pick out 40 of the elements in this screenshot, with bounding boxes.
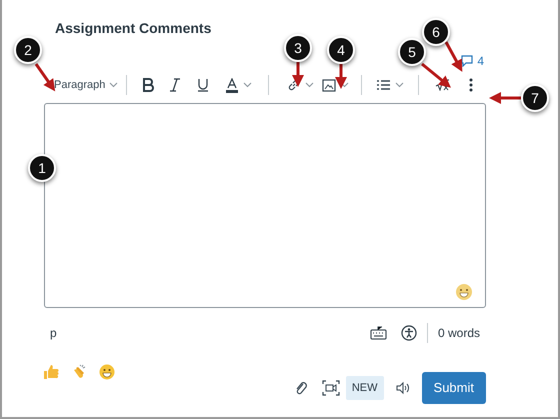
- thumbs-up-icon[interactable]: [43, 364, 59, 380]
- image-icon[interactable]: [322, 78, 336, 92]
- word-count: 0 words: [438, 325, 480, 342]
- list-icon[interactable]: [376, 79, 392, 91]
- smiley-icon[interactable]: [455, 283, 473, 301]
- callout-badge: 6: [422, 18, 450, 46]
- chevron-icon: [305, 82, 314, 88]
- block-format-dropdown[interactable]: Paragraph: [54, 76, 118, 94]
- underline-icon[interactable]: [197, 78, 210, 92]
- video-camera-icon[interactable]: [322, 380, 340, 396]
- paperclip-icon[interactable]: [294, 380, 308, 396]
- callout-badge: 3: [284, 34, 312, 62]
- chevron-icon: [395, 82, 404, 88]
- section-title: Assignment Comments: [55, 19, 212, 38]
- new-badge: NEW: [346, 376, 384, 400]
- chevron-icon: [243, 82, 252, 88]
- submit-button[interactable]: Submit: [422, 372, 486, 404]
- grinning-face-icon[interactable]: [99, 364, 115, 380]
- more-options-icon[interactable]: [469, 78, 474, 92]
- bold-icon[interactable]: [141, 78, 156, 92]
- callout-arrow: [292, 62, 304, 87]
- keyboard-icon[interactable]: [370, 326, 387, 340]
- speaker-icon[interactable]: [396, 381, 410, 395]
- callout-arrow: [489, 92, 521, 104]
- speech-bubble-icon: [461, 55, 474, 67]
- chevron-icon: [109, 82, 118, 88]
- element-path: p: [50, 325, 57, 342]
- accessibility-icon[interactable]: [400, 325, 417, 341]
- callout-badge: 7: [521, 84, 549, 112]
- callout-badge: 1: [28, 154, 56, 182]
- chevron-icon: [340, 82, 350, 88]
- callout-badge: 5: [398, 38, 426, 66]
- text-color-icon[interactable]: [225, 78, 240, 92]
- callout-badge: 4: [327, 36, 355, 64]
- callout-badge: 2: [14, 36, 42, 64]
- italic-icon[interactable]: [169, 78, 182, 92]
- callout-arrow: [335, 64, 347, 89]
- comment-count-button[interactable]: 4: [461, 52, 484, 70]
- callout-arrow: [34, 63, 56, 92]
- square-root-icon[interactable]: [435, 79, 450, 91]
